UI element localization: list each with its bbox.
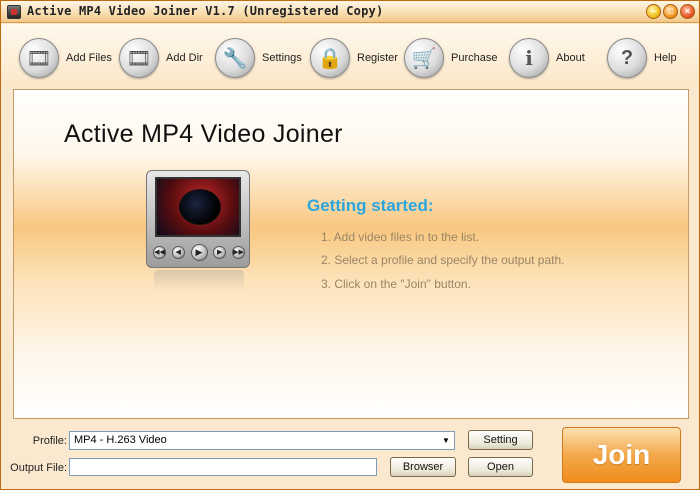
back-icon: ◀ <box>171 245 185 259</box>
close-button[interactable]: × <box>680 4 695 19</box>
fast-forward-icon: ▶▶ <box>232 245 245 259</box>
player-reflection <box>154 270 244 292</box>
help-label: Help <box>654 52 677 64</box>
purchase-label: Purchase <box>451 52 498 64</box>
add-dir-label: Add Dir <box>166 52 203 64</box>
about-label: About <box>556 52 585 64</box>
file-list-panel[interactable]: Active MP4 Video Joiner ◀◀ ◀ ▶ ▶ ▶▶ Gett… <box>13 89 689 419</box>
settings-button[interactable]: 🔧 Settings <box>215 36 302 80</box>
getting-started-step: 3. Click on the "Join" button. <box>321 277 471 291</box>
lock-icon: 🔒 <box>310 38 350 78</box>
register-label: Register <box>357 52 398 64</box>
question-icon: ? <box>607 38 647 78</box>
wrench-icon: 🔧 <box>215 38 255 78</box>
about-button[interactable]: i About <box>509 36 585 80</box>
window-title: Active MP4 Video Joiner V1.7 (Unregister… <box>27 4 384 18</box>
info-icon: i <box>509 38 549 78</box>
getting-started-step: 1. Add video files in to the list. <box>321 230 480 244</box>
chevron-down-icon[interactable]: ▼ <box>438 432 454 449</box>
help-button[interactable]: ? Help <box>607 36 677 80</box>
title-bar[interactable]: Active MP4 Video Joiner V1.7 (Unregister… <box>1 1 699 23</box>
play-icon: ▶ <box>190 243 208 261</box>
toolbar: 🎞 Add Files 🎞 Add Dir 🔧 Settings 🔒 Regis… <box>1 24 699 88</box>
player-screen <box>155 177 241 237</box>
maximize-button[interactable]: □ <box>663 4 678 19</box>
profile-select[interactable]: MP4 - H.263 Video ▼ <box>69 431 455 450</box>
add-files-label: Add Files <box>66 52 112 64</box>
add-files-button[interactable]: 🎞 Add Files <box>19 36 112 80</box>
output-file-label: Output File: <box>10 462 67 474</box>
open-button[interactable]: Open <box>468 457 533 477</box>
browser-button[interactable]: Browser <box>390 457 456 477</box>
profile-label: Profile: <box>32 435 67 447</box>
cart-icon: 🛒 <box>404 38 444 78</box>
setting-button[interactable]: Setting <box>468 430 533 450</box>
player-controls: ◀◀ ◀ ▶ ▶ ▶▶ <box>153 243 245 261</box>
film-add-icon: 🎞 <box>19 38 59 78</box>
output-file-input[interactable] <box>69 458 377 476</box>
join-button[interactable]: Join <box>562 427 681 483</box>
settings-label: Settings <box>262 52 302 64</box>
getting-started-heading: Getting started: <box>307 196 434 215</box>
minimize-button[interactable]: – <box>646 4 661 19</box>
app-window: Active MP4 Video Joiner V1.7 (Unregister… <box>0 0 700 490</box>
profile-value: MP4 - H.263 Video <box>74 434 167 446</box>
rewind-icon: ◀◀ <box>153 245 166 259</box>
add-dir-button[interactable]: 🎞 Add Dir <box>119 36 203 80</box>
player-image: ◀◀ ◀ ▶ ▶ ▶▶ <box>146 170 250 268</box>
getting-started-step: 2. Select a profile and specify the outp… <box>321 253 565 267</box>
register-button[interactable]: 🔒 Register <box>310 36 398 80</box>
purchase-button[interactable]: 🛒 Purchase <box>404 36 497 80</box>
app-title: Active MP4 Video Joiner <box>64 120 343 148</box>
film-folder-icon: 🎞 <box>119 38 159 78</box>
forward-icon: ▶ <box>213 245 227 259</box>
app-icon <box>7 5 21 19</box>
